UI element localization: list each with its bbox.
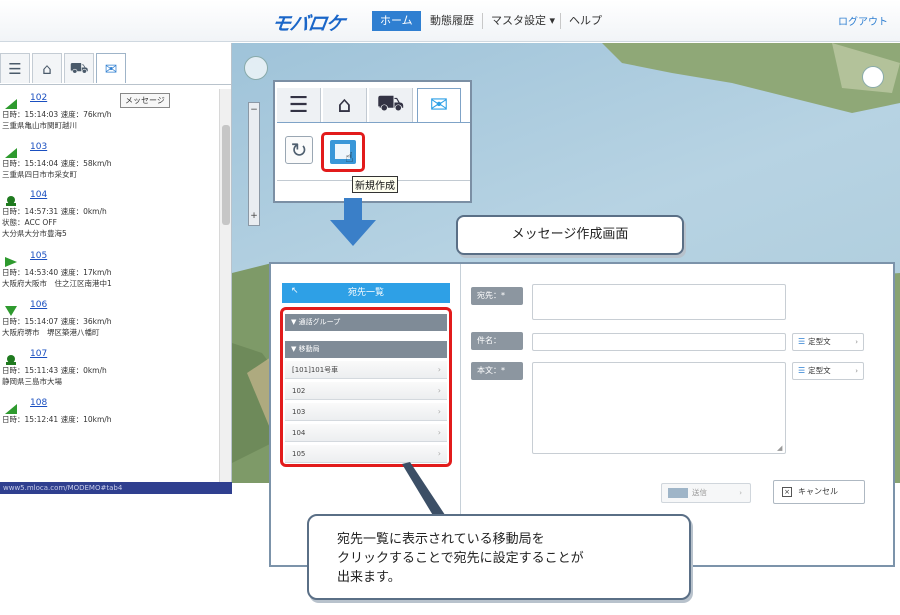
note-line: 宛先一覧に表示されている移動局を bbox=[337, 532, 545, 547]
tutorial-screenshot: モバロケ ホーム 動態履歴 マスタ設定 ▾ ヘルプ ログアウト − + ☰ ⌂ … bbox=[0, 0, 900, 615]
note-line: クリックすることで宛先に設定することが bbox=[337, 551, 584, 566]
note-line: 出来ます。 bbox=[337, 570, 401, 585]
explanation-note: 宛先一覧に表示されている移動局を クリックすることで宛先に設定することが 出来ま… bbox=[307, 514, 691, 600]
